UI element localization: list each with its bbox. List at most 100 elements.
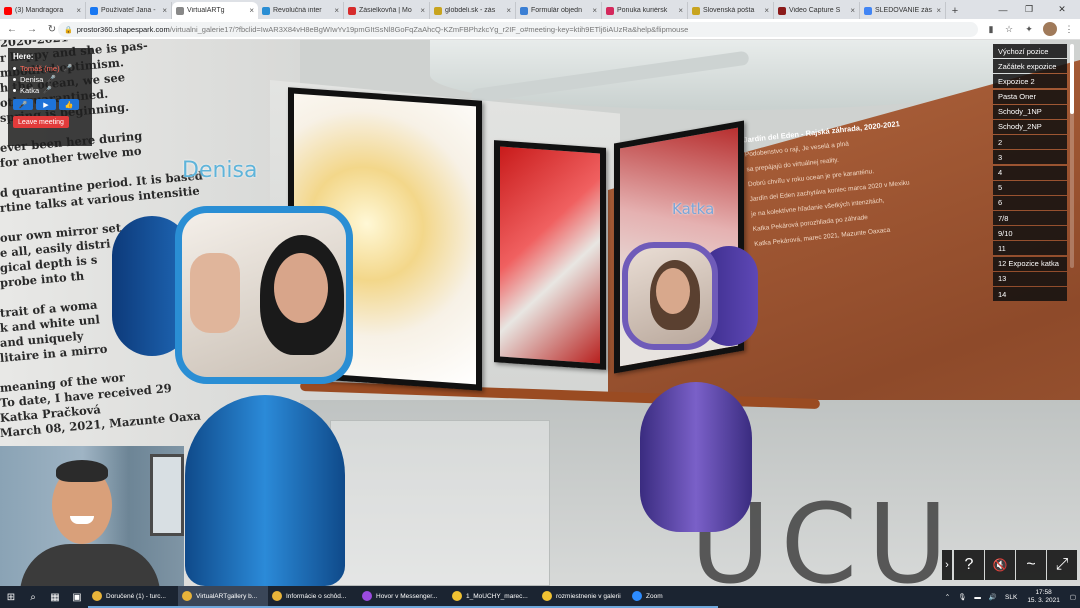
tab-favicon-icon [520,6,528,15]
tab-title: SLEDOVANIE zás [875,7,933,14]
start-button-icon[interactable]: ⊞ [0,586,22,608]
tab-close-icon[interactable]: × [764,6,769,15]
thumbs-up-icon[interactable]: 👍 [59,99,79,110]
expand-controls-button[interactable]: › [942,550,952,580]
tab-close-icon[interactable]: × [249,6,254,15]
viewpoint-menu-item[interactable]: Výchozí pozice [993,44,1067,58]
browser-tab[interactable]: Zásielkovňa | Mo × [344,2,430,19]
taskbar-app-button[interactable]: rozmiestnenie v galerii [538,586,628,608]
url-field[interactable]: 🔒 prostor360.shapespark.com/virtualni_ga… [58,22,978,37]
taskbar-app-icon [92,591,102,601]
denisa-name-label: Denisa [182,158,258,183]
calendar-icon[interactable]: ▣ [66,586,88,608]
tab-close-icon[interactable]: × [936,6,941,15]
tray-chevron-icon[interactable]: ⌃ [945,593,950,601]
tab-close-icon[interactable]: × [850,6,855,15]
menu-icon[interactable]: ⋮ [1062,22,1076,36]
viewpoint-menu-item[interactable]: Pasta Oner [993,89,1067,104]
close-window-button[interactable]: ✕ [1044,0,1080,19]
taskbar-app-button[interactable]: 1_MoUCHY_marec... [448,586,538,608]
viewpoint-menu-item[interactable]: 11 [993,241,1067,256]
camera-icon[interactable]: ▮ [984,22,998,36]
tab-close-icon[interactable]: × [162,6,167,15]
calculator-icon[interactable]: ▦ [44,586,66,608]
clock-time: 17:58 [1035,589,1052,596]
viewpoint-menu-item[interactable]: 9/10 [993,226,1067,241]
gallery-3d-view[interactable]: 2020-2021r happy and she is pas-mbodied … [0,40,1080,586]
scrollbar-thumb[interactable] [1070,44,1074,114]
self-video-window [150,454,184,536]
fullscreen-icon[interactable]: ⤢ [1047,550,1077,580]
browser-tab[interactable]: Slovenská pošta × [688,2,774,19]
extensions-icon[interactable]: ✦ [1022,22,1036,36]
taskbar-app-button[interactable]: Informácie o schôd... [268,586,358,608]
viewpoint-menu-item[interactable]: Schody_2NP [993,119,1067,134]
viewpoint-menu-item[interactable]: 3 [993,150,1067,165]
path-mode-icon[interactable]: ~ [1016,550,1046,580]
forward-icon[interactable]: → [24,21,40,37]
search-icon[interactable]: ⌕ [22,586,44,608]
browser-tab[interactable]: Video Capture S × [774,2,860,19]
maximize-button[interactable]: ❐ [1016,0,1042,19]
artwork-red-portrait[interactable] [494,140,606,370]
viewpoint-menu-item[interactable]: 13 [993,271,1067,286]
profile-avatar[interactable] [1043,22,1057,36]
tray-clock[interactable]: 17:58 15. 3. 2021 [1027,589,1060,605]
viewpoint-menu-item[interactable]: 4 [993,165,1067,180]
viewpoint-menu-item[interactable]: Expozice 2 [993,74,1067,89]
camera-toggle-icon[interactable]: ▶ [36,99,56,110]
browser-tab[interactable]: Ponuka kuriérsk × [602,2,688,19]
minimize-button[interactable]: — [990,0,1016,19]
denisa-hand [190,253,240,333]
participant-bullet [13,67,16,70]
denisa-video-frame[interactable] [175,206,353,384]
viewpoint-menu-item[interactable]: 12 Expozice katka [993,256,1067,271]
browser-tab[interactable]: Revolučná inter × [258,2,344,19]
taskbar-app-button[interactable]: Doručené (1) - turc... [88,586,178,608]
mute-sound-icon[interactable]: 🔇 [985,550,1015,580]
tab-close-icon[interactable]: × [334,6,339,15]
help-button[interactable]: ? [954,550,984,580]
browser-tab[interactable]: globdeli.sk - zás × [430,2,516,19]
tab-close-icon[interactable]: × [592,6,597,15]
viewpoint-menu-item[interactable]: Schody_1NP [993,104,1067,119]
bookmark-star-icon[interactable]: ☆ [1002,22,1016,36]
taskbar-apps: Doručené (1) - turc... VirtualARTgallery … [88,586,718,608]
katka-video-frame[interactable] [622,242,718,350]
tray-volume-icon[interactable]: 🔊 [989,593,997,601]
notification-icon[interactable]: ▢ [1070,593,1076,601]
viewpoint-menu-item[interactable]: 14 [993,287,1067,301]
tab-title: Zásielkovňa | Mo [359,7,412,14]
taskbar-app-button[interactable]: Zoom [628,586,718,608]
viewpoint-menu-item[interactable]: 2 [993,135,1067,150]
tray-microphone-icon[interactable]: 🎙 [958,593,966,601]
viewpoint-menu-item[interactable]: Začátek expozice [993,59,1067,74]
leave-meeting-button[interactable]: Leave meeting [13,116,69,128]
taskbar-app-button[interactable]: VirtualARTgallery b... [178,586,268,608]
back-icon[interactable]: ← [4,21,20,37]
browser-tab[interactable]: (3) Mandragora × [0,2,86,19]
tray-network-icon[interactable]: ▬ [974,594,981,601]
tray-language[interactable]: SLK [1005,594,1017,601]
taskbar-app-icon [362,591,372,601]
tab-close-icon[interactable]: × [678,6,683,15]
tab-favicon-icon [4,6,12,15]
tab-close-icon[interactable]: × [506,6,511,15]
microphone-toggle-icon[interactable]: 🎤 [13,99,33,110]
viewpoint-menu-item[interactable]: 6 [993,195,1067,210]
browser-tab[interactable]: Používateľ Jana - × [86,2,172,19]
taskbar-app-button[interactable]: Hovor v Messenger... [358,586,448,608]
tab-close-icon[interactable]: × [76,6,81,15]
viewpoint-menu-item[interactable]: 5 [993,180,1067,195]
browser-tab[interactable]: SLEDOVANIE zás × [860,2,946,19]
viewpoint-menu-item[interactable]: 7/8 [993,211,1067,226]
tab-favicon-icon [864,6,872,15]
participant-microphone-icon: 🎤 [43,87,52,94]
browser-tab[interactable]: VirtualARTg × [172,2,258,19]
viewpoint-menu-scrollbar[interactable] [1070,44,1074,268]
new-tab-button[interactable]: + [946,2,964,19]
tab-favicon-icon [348,6,356,15]
tab-close-icon[interactable]: × [420,6,425,15]
system-tray: ⌃ 🎙 ▬ 🔊 SLK 17:58 15. 3. 2021 ▢ [941,586,1080,608]
browser-tab[interactable]: Formulár objedn × [516,2,602,19]
